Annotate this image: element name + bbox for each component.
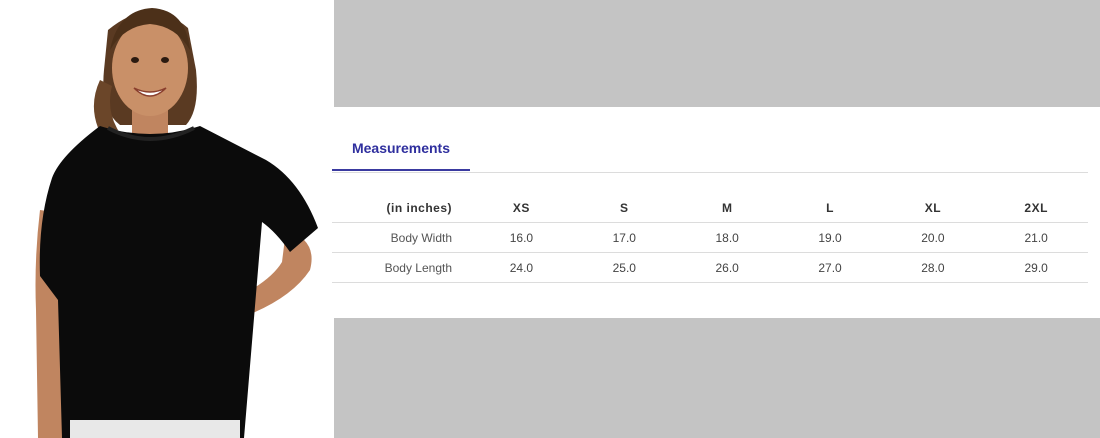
table-cell: 19.0 [778,222,882,253]
table-row: Body Width 16.0 17.0 18.0 19.0 20.0 21.0 [332,222,1088,253]
size-header: XL [881,193,985,223]
table-cell: 28.0 [881,252,985,283]
tab-bar: Measurements [332,127,1088,173]
row-label: Body Length [332,252,470,283]
background-band-top [334,0,1100,107]
table-cell: 17.0 [572,222,676,253]
table-cell: 26.0 [675,252,779,283]
table-header-row: (in inches) XS S M L XL 2XL [332,193,1088,223]
model-illustration [35,8,318,438]
tab-measurements[interactable]: Measurements [332,127,470,171]
table-cell: 27.0 [778,252,882,283]
unit-header: (in inches) [332,193,470,223]
row-label: Body Width [332,222,470,253]
table-cell: 24.0 [470,252,573,283]
table-row: Body Length 24.0 25.0 26.0 27.0 28.0 29.… [332,252,1088,283]
size-header: M [675,193,779,223]
table-cell: 20.0 [881,222,985,253]
size-header: 2XL [984,193,1088,223]
size-chart-table: (in inches) XS S M L XL 2XL Body Width 1… [332,193,1088,283]
table-cell: 18.0 [675,222,779,253]
background-band-bottom [334,318,1100,438]
table-cell: 29.0 [984,252,1088,283]
table-cell: 21.0 [984,222,1088,253]
table-cell: 25.0 [572,252,676,283]
table-cell: 16.0 [470,222,573,253]
product-photo [0,0,334,438]
size-header: L [778,193,882,223]
size-header: S [572,193,676,223]
size-header: XS [470,193,573,223]
